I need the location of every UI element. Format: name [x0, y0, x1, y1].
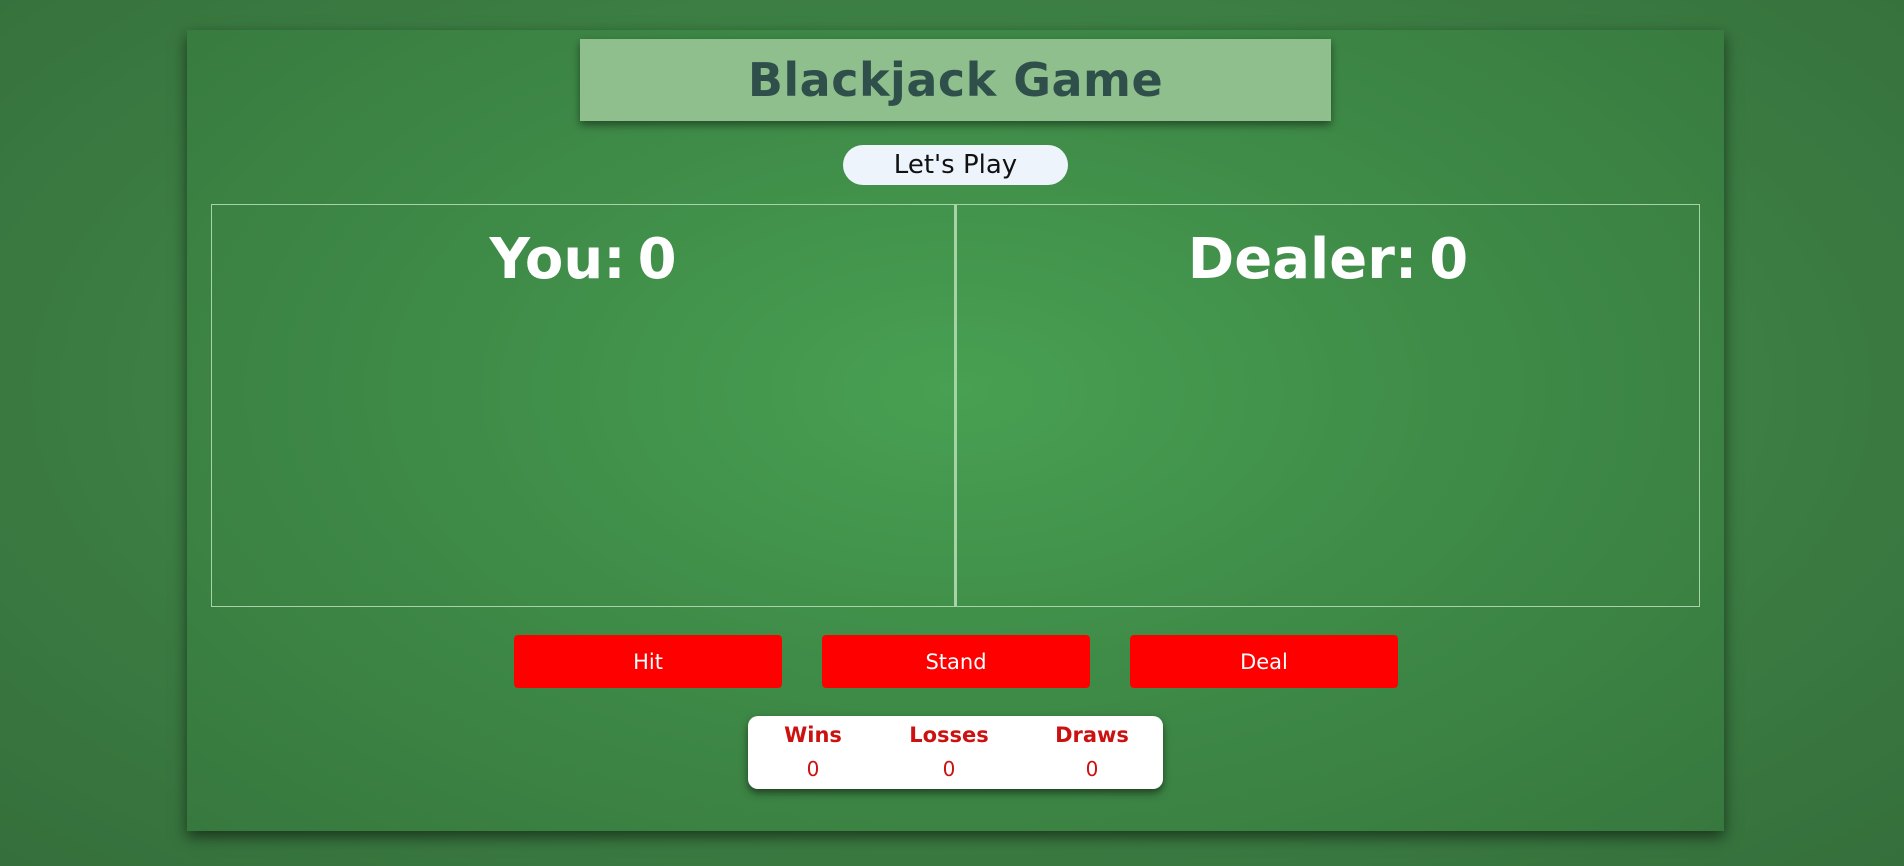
- title-banner: Blackjack Game: [580, 39, 1331, 121]
- player-area: You: 0: [212, 205, 957, 606]
- dealer-area: Dealer: 0: [957, 205, 1699, 606]
- dealer-label: Dealer:: [1187, 227, 1418, 292]
- losses-stat: Losses 0: [909, 716, 989, 789]
- draws-value: 0: [1085, 757, 1099, 781]
- losses-label: Losses: [909, 723, 989, 747]
- dealer-score-heading: Dealer: 0: [1188, 227, 1468, 606]
- player-label: You:: [489, 227, 626, 292]
- lets-play-button[interactable]: Let's Play: [843, 145, 1068, 185]
- play-area: You: 0 Dealer: 0: [211, 204, 1700, 607]
- page-title: Blackjack Game: [747, 53, 1164, 107]
- deal-button[interactable]: Deal: [1130, 635, 1398, 688]
- stats-panel: Wins 0 Losses 0 Draws 0: [748, 716, 1163, 789]
- player-score-heading: You: 0: [489, 227, 676, 606]
- losses-value: 0: [942, 757, 956, 781]
- hit-button[interactable]: Hit: [514, 635, 782, 688]
- dealer-score: 0: [1429, 227, 1469, 292]
- stand-button[interactable]: Stand: [822, 635, 1090, 688]
- game-table: Blackjack Game Let's Play You: 0 Dealer:…: [187, 30, 1724, 831]
- wins-label: Wins: [784, 723, 842, 747]
- player-score: 0: [637, 227, 677, 292]
- draws-label: Draws: [1055, 723, 1129, 747]
- wins-value: 0: [806, 757, 820, 781]
- wins-stat: Wins 0: [784, 716, 842, 789]
- draws-stat: Draws 0: [1055, 716, 1129, 789]
